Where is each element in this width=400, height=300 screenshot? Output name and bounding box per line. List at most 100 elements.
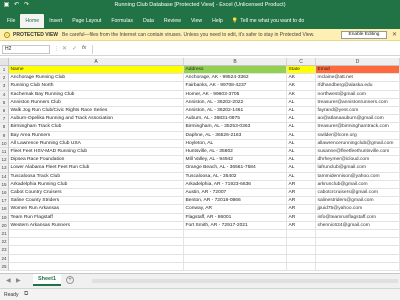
cell-name[interactable]: Team Run Flagstaff	[9, 213, 184, 222]
cell-address[interactable]: Austin, AR - 72007	[184, 189, 287, 198]
row-header-2[interactable]: 2	[0, 74, 9, 83]
row-header-18[interactable]: 18	[0, 205, 9, 214]
empty-cell[interactable]	[287, 246, 316, 255]
empty-cell[interactable]	[316, 238, 400, 247]
header-cell-name[interactable]: Name	[9, 66, 184, 75]
add-sheet-icon[interactable]: +	[66, 276, 74, 284]
column-header-a[interactable]: A	[9, 58, 184, 66]
empty-cell[interactable]	[316, 246, 400, 255]
column-header-b[interactable]: B	[184, 58, 287, 66]
cell-address[interactable]: Conway, AR	[184, 205, 287, 214]
tab-file[interactable]: File	[2, 14, 20, 28]
cell-address[interactable]: Hoyleton, AL	[184, 139, 287, 148]
cell-state[interactable]: AL	[287, 139, 316, 148]
empty-cell[interactable]	[184, 238, 287, 247]
row-header-3[interactable]: 3	[0, 82, 9, 91]
cell-name[interactable]: All Lawrence Running Club USA	[9, 139, 184, 148]
cell-email[interactable]: fayrand@yest.com	[316, 107, 400, 116]
enter-icon[interactable]: ✓	[72, 45, 77, 52]
row-header-14[interactable]: 14	[0, 172, 9, 181]
empty-cell[interactable]	[287, 254, 316, 263]
horizontal-scrollbar[interactable]	[92, 279, 398, 283]
row-header-22[interactable]: 22	[0, 238, 9, 247]
cell-email[interactable]: cabotcrcruisers@gmail.com	[316, 189, 400, 198]
cell-state[interactable]: AK	[287, 74, 316, 83]
row-header-9[interactable]: 9	[0, 131, 9, 140]
tab-page-layout[interactable]: Page Layout	[67, 14, 106, 28]
cell-state[interactable]: AR	[287, 197, 316, 206]
empty-cell[interactable]	[9, 230, 184, 239]
cell-state[interactable]: AL	[287, 148, 316, 157]
cell-name[interactable]: Birmingham Track Club	[9, 123, 184, 132]
tab-home[interactable]: Home	[20, 13, 45, 28]
cell-address[interactable]: Auburn, AL - 36831-0975	[184, 115, 287, 124]
row-header-23[interactable]: 23	[0, 246, 9, 255]
cell-address[interactable]: Huntsville, AL - 35802	[184, 148, 287, 157]
cell-address[interactable]: Homer, AK - 99603-3705	[184, 90, 287, 99]
row-header-8[interactable]: 8	[0, 123, 9, 132]
row-header-19[interactable]: 19	[0, 213, 9, 222]
cell-email[interactable]: jpuid75@yahoo.com	[316, 205, 400, 214]
cell-email[interactable]: salinestriders@gmail.com	[316, 197, 400, 206]
cell-name[interactable]: Anchorage Running Club	[9, 74, 184, 83]
cell-state[interactable]: AR	[287, 221, 316, 230]
formula-input[interactable]	[92, 45, 398, 54]
cell-name[interactable]: Anniston Runners Club	[9, 98, 184, 107]
cell-state[interactable]: AK	[287, 82, 316, 91]
row-header-16[interactable]: 16	[0, 189, 9, 198]
empty-cell[interactable]	[287, 238, 316, 247]
row-header-12[interactable]: 12	[0, 156, 9, 165]
tab-view[interactable]: View	[186, 14, 207, 28]
empty-cell[interactable]	[316, 262, 400, 271]
row-header-6[interactable]: 6	[0, 107, 9, 116]
empty-cell[interactable]	[316, 230, 400, 239]
cell-email[interactable]: rfdhandberg@alaska.edu	[316, 82, 400, 91]
cell-email[interactable]: mclaine@att.net	[316, 74, 400, 83]
select-all-corner[interactable]	[0, 58, 9, 66]
tell-me-search[interactable]: 💡 Tell me what you want to do	[232, 18, 304, 24]
cell-address[interactable]: Benton, AR - 72018-0866	[184, 197, 287, 206]
cell-state[interactable]: AL	[287, 164, 316, 173]
cell-address[interactable]: Orange Beach, AL - 36561-7584	[184, 164, 287, 173]
empty-cell[interactable]	[287, 262, 316, 271]
cell-address[interactable]: Tuscaloosa, AL - 35402	[184, 172, 287, 181]
row-header-5[interactable]: 5	[0, 98, 9, 107]
cell-name[interactable]: Cabot Country Cruisers	[9, 189, 184, 198]
close-icon[interactable]: ✕	[392, 31, 397, 38]
row-header-7[interactable]: 7	[0, 115, 9, 124]
empty-cell[interactable]	[287, 230, 316, 239]
empty-cell[interactable]	[184, 254, 287, 263]
cell-name[interactable]: Fleet Feet HSV-MAD Running Club	[9, 148, 184, 157]
cell-name[interactable]: Kachemak Bay Running Club	[9, 90, 184, 99]
cell-email[interactable]: arkrunclub@gmail.com	[316, 180, 400, 189]
cell-name[interactable]: Running Club North	[9, 82, 184, 91]
cell-address[interactable]: Fort Smith, AR - 72917-2021	[184, 221, 287, 230]
row-header-17[interactable]: 17	[0, 197, 9, 206]
enable-editing-button[interactable]: Enable Editing	[341, 31, 387, 39]
cell-email[interactable]: lafrunclub@gmail.com	[316, 164, 400, 173]
cell-name[interactable]: Arkadelphia Running Club	[9, 180, 184, 189]
cell-state[interactable]: AR	[287, 205, 316, 214]
cell-name[interactable]: Women Run Arkansas	[9, 205, 184, 214]
cell-state[interactable]: AL	[287, 131, 316, 140]
cell-email[interactable]: allawrencerunningclub@gmail.com	[316, 139, 400, 148]
empty-cell[interactable]	[9, 238, 184, 247]
cell-email[interactable]: tammidennison@yahoo.com	[316, 172, 400, 181]
tab-review[interactable]: Review	[159, 14, 186, 28]
prev-sheet-icon[interactable]: ◀	[6, 277, 11, 284]
next-sheet-icon[interactable]: ▶	[16, 277, 21, 284]
tab-formulas[interactable]: Formulas	[106, 14, 138, 28]
row-header-1[interactable]: 1	[0, 66, 9, 75]
cell-state[interactable]: AL	[287, 172, 316, 181]
empty-cell[interactable]	[184, 262, 287, 271]
cell-email[interactable]: dhrheymer@icloud.com	[316, 156, 400, 165]
row-header-13[interactable]: 13	[0, 164, 9, 173]
cell-name[interactable]: Auburn-Opelika Running and Track Associa…	[9, 115, 184, 124]
row-header-20[interactable]: 20	[0, 221, 9, 230]
row-header-10[interactable]: 10	[0, 139, 9, 148]
cell-name[interactable]: Tuscaloosa Track Club	[9, 172, 184, 181]
cell-email[interactable]: swilder@lcore.org	[316, 131, 400, 140]
cell-address[interactable]: Flagstaff, AR - 86001	[184, 213, 287, 222]
cell-address[interactable]: Mill Valley, AL - 94942	[184, 156, 287, 165]
empty-cell[interactable]	[184, 246, 287, 255]
